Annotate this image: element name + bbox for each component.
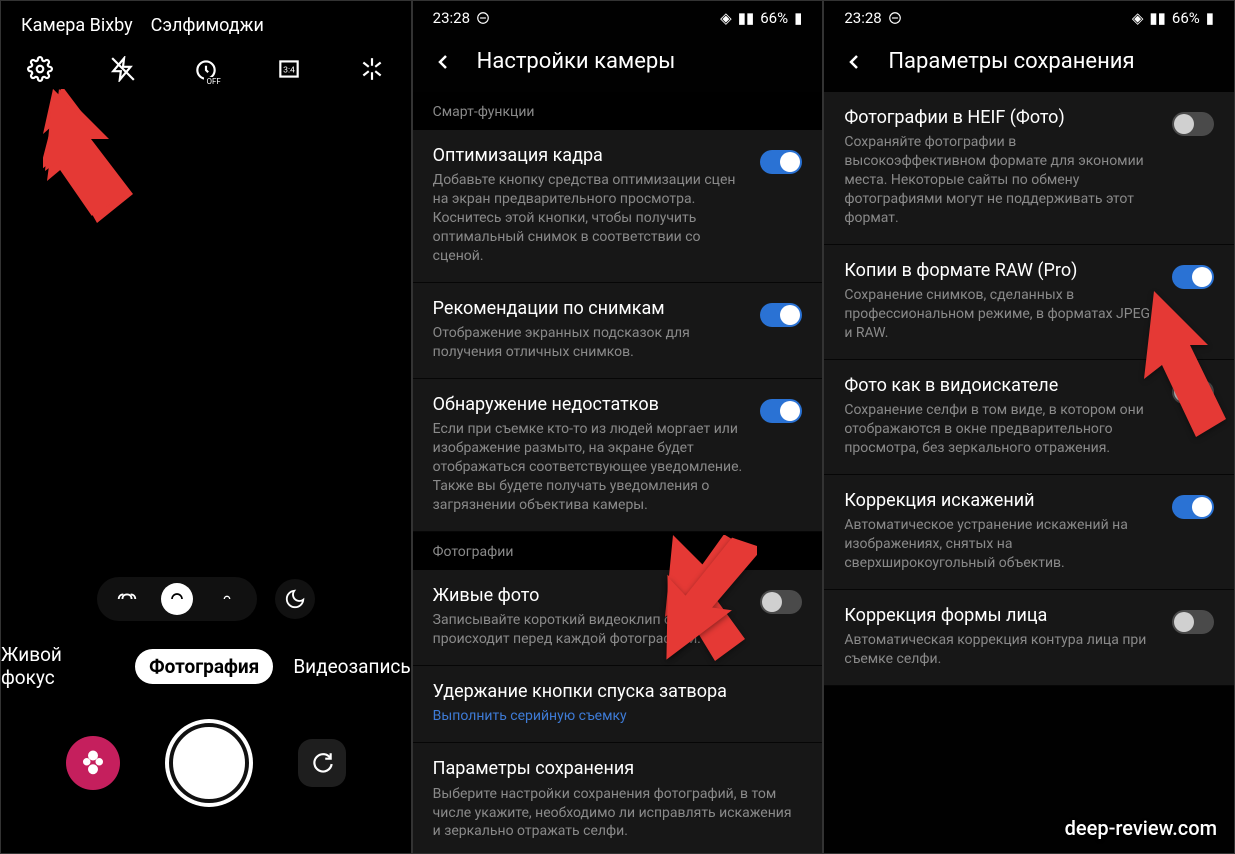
camera-toolbar: OFF 3:4 — [1, 46, 411, 92]
row-sub: Сохранение селфи в том виде, в котором о… — [844, 401, 1158, 458]
wifi-icon: ◈ — [1132, 9, 1144, 27]
row-sub: Выполнить серийную съемку — [433, 707, 803, 726]
signal-icon: ▮▮ — [738, 9, 755, 27]
toggle-shot-suggestions[interactable] — [760, 303, 802, 327]
toggle-heif[interactable] — [1172, 112, 1214, 136]
row-sub: Добавьте кнопку средства оптимизации сце… — [433, 171, 747, 265]
section-smart: Смарт-функции — [413, 92, 823, 130]
row-title: Рекомендации по снимкам — [433, 297, 747, 320]
gear-icon[interactable] — [27, 56, 53, 82]
dnd-icon — [476, 11, 490, 25]
row-save-options[interactable]: Параметры сохранения Выберите настройки … — [413, 743, 823, 854]
shutter-row — [1, 723, 411, 803]
annotation-arrow-3 — [1136, 291, 1226, 441]
save-options-screen: 23:28 ◈ ▮▮ 66% ▮ Параметры сохранения Фо… — [823, 0, 1235, 854]
row-sub: Если при съемке кто-то из людей моргает … — [433, 420, 747, 514]
svg-text:3:4: 3:4 — [283, 65, 295, 75]
status-bar: 23:28 ◈ ▮▮ 66% ▮ — [413, 1, 823, 31]
zoom-wide-icon[interactable] — [161, 583, 193, 615]
mode-photo[interactable]: Фотография — [135, 649, 273, 684]
row-title: Коррекция формы лица — [844, 604, 1158, 627]
settings-header: Параметры сохранения — [824, 31, 1234, 92]
row-flaw-detection[interactable]: Обнаружение недостатков Если при съемке … — [413, 379, 823, 532]
switch-camera-icon[interactable] — [298, 739, 346, 787]
zoom-ultrawide-icon[interactable] — [111, 583, 143, 615]
status-time: 23:28 — [433, 9, 470, 27]
row-sub: Выберите настройки сохранения фотографий… — [433, 785, 803, 842]
row-heif[interactable]: Фотографии в HEIF (Фото) Сохраняйте фото… — [824, 92, 1234, 245]
filters-icon[interactable] — [359, 56, 385, 82]
zoom-tele-icon[interactable] — [211, 583, 243, 615]
night-mode-icon[interactable] — [275, 579, 315, 619]
row-title: Оптимизация кадра — [433, 144, 747, 167]
tab-selfiemoji[interactable]: Сэлфимоджи — [151, 15, 264, 36]
flash-off-icon[interactable] — [110, 56, 136, 82]
row-sub: Сохранение снимков, сделанных в професси… — [844, 286, 1158, 343]
row-title: Параметры сохранения — [433, 757, 803, 780]
row-title: Коррекция искажений — [844, 489, 1158, 512]
row-shot-suggestions[interactable]: Рекомендации по снимкам Отображение экра… — [413, 283, 823, 379]
tab-bixby[interactable]: Камера Bixby — [21, 15, 133, 36]
shutter-button[interactable] — [169, 723, 249, 803]
page-title: Параметры сохранения — [888, 49, 1134, 74]
section-photos: Фотографии — [413, 532, 823, 570]
row-motion-photos[interactable]: Живые фото Записывайте короткий видеокли… — [413, 570, 823, 666]
battery-icon: ▮ — [1206, 9, 1214, 27]
battery-icon: ▮ — [794, 9, 802, 27]
battery-text: 66% — [760, 9, 788, 27]
row-face-shape-correction[interactable]: Коррекция формы лица Автоматическая корр… — [824, 590, 1234, 686]
gallery-thumbnail[interactable] — [66, 736, 120, 790]
mode-video[interactable]: Видеозапись — [293, 655, 410, 678]
row-title: Фото как в видоискателе — [844, 374, 1158, 397]
toggle-distortion[interactable] — [1172, 495, 1214, 519]
camera-app: Камера Bixby Сэлфимоджи OFF 3:4 — [0, 0, 412, 854]
toggle-scene-optimizer[interactable] — [760, 150, 802, 174]
row-title: Удержание кнопки спуска затвора — [433, 680, 803, 703]
zoom-controls — [1, 577, 411, 621]
settings-header: Настройки камеры — [413, 31, 823, 92]
mode-live-focus[interactable]: Живой фокус — [1, 643, 115, 689]
status-time: 23:28 — [844, 9, 881, 27]
camera-top-tabs: Камера Bixby Сэлфимоджи — [1, 1, 411, 46]
back-icon[interactable] — [431, 50, 455, 74]
row-hold-shutter[interactable]: Удержание кнопки спуска затвора Выполнит… — [413, 666, 823, 743]
toggle-raw[interactable] — [1172, 265, 1214, 289]
back-icon[interactable] — [842, 50, 866, 74]
camera-settings: 23:28 ◈ ▮▮ 66% ▮ Настройки камеры Смарт-… — [412, 0, 824, 854]
row-sub: Автоматическое устранение искажений на и… — [844, 516, 1158, 573]
row-title: Фотографии в HEIF (Фото) — [844, 106, 1158, 129]
row-title: Обнаружение недостатков — [433, 393, 747, 416]
wifi-icon: ◈ — [720, 9, 732, 27]
row-scene-optimizer[interactable]: Оптимизация кадра Добавьте кнопку средст… — [413, 130, 823, 283]
page-title: Настройки камеры — [477, 49, 676, 74]
toggle-flaw-detection[interactable] — [760, 399, 802, 423]
mode-selector: Живой фокус Фотография Видеозапись — [1, 643, 411, 689]
status-bar: 23:28 ◈ ▮▮ 66% ▮ — [824, 1, 1234, 31]
dnd-icon — [888, 11, 902, 25]
row-title: Копии в формате RAW (Pro) — [844, 259, 1158, 282]
row-sub: Сохраняйте фотографии в высокоэффективно… — [844, 133, 1158, 227]
watermark: deep-review.com — [1065, 816, 1217, 840]
annotation-arrow-1 — [43, 89, 143, 229]
row-sub: Автоматическая коррекция контура лица пр… — [844, 631, 1158, 669]
row-sub: Отображение экранных подсказок для получ… — [433, 324, 747, 362]
timer-off-icon[interactable]: OFF — [193, 56, 219, 82]
toggle-face-shape[interactable] — [1172, 610, 1214, 634]
toggle-motion-photos[interactable] — [760, 590, 802, 614]
aspect-ratio-icon[interactable]: 3:4 — [276, 56, 302, 82]
row-distortion-correction[interactable]: Коррекция искажений Автоматическое устра… — [824, 475, 1234, 590]
annotation-arrow-2b — [661, 531, 757, 671]
battery-text: 66% — [1172, 9, 1200, 27]
signal-icon: ▮▮ — [1149, 9, 1166, 27]
